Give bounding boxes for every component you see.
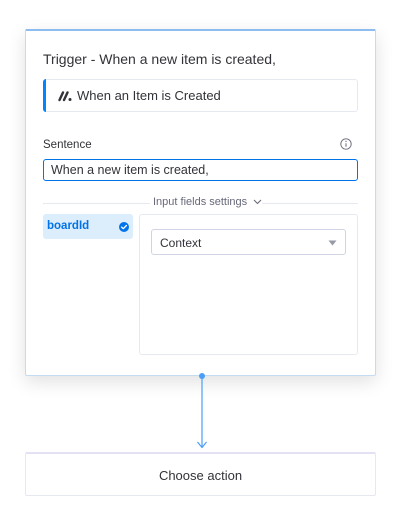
monday-logo-icon bbox=[58, 91, 72, 102]
caret-down-icon bbox=[328, 240, 337, 246]
trigger-name: When an Item is Created bbox=[77, 88, 221, 103]
input-fields-settings-label: Input fields settings bbox=[153, 196, 248, 208]
divider-left bbox=[43, 203, 150, 204]
context-dropdown[interactable]: Context bbox=[151, 229, 346, 255]
check-circle-icon bbox=[119, 222, 129, 232]
field-mapping-panel: Context bbox=[139, 214, 358, 355]
param-item-boardid[interactable]: boardId bbox=[43, 214, 133, 239]
choose-action-card[interactable]: Choose action bbox=[25, 452, 376, 496]
trigger-card: Trigger - When a new item is created, Wh… bbox=[25, 29, 376, 376]
trigger-selector[interactable]: When an Item is Created bbox=[43, 79, 358, 112]
context-dropdown-value: Context bbox=[160, 236, 202, 250]
divider-right bbox=[262, 203, 358, 204]
trigger-card-title: Trigger - When a new item is created, bbox=[43, 51, 276, 67]
sentence-input[interactable] bbox=[43, 159, 358, 181]
choose-action-label: Choose action bbox=[158, 468, 243, 483]
chevron-down-icon bbox=[253, 199, 262, 205]
input-fields-settings-toggle[interactable]: Input fields settings bbox=[153, 196, 262, 208]
connector-arrow bbox=[197, 373, 207, 449]
info-icon[interactable] bbox=[340, 138, 352, 150]
trigger-accent-bar bbox=[43, 79, 46, 112]
param-label: boardId bbox=[47, 220, 90, 232]
sentence-label: Sentence bbox=[43, 139, 92, 151]
